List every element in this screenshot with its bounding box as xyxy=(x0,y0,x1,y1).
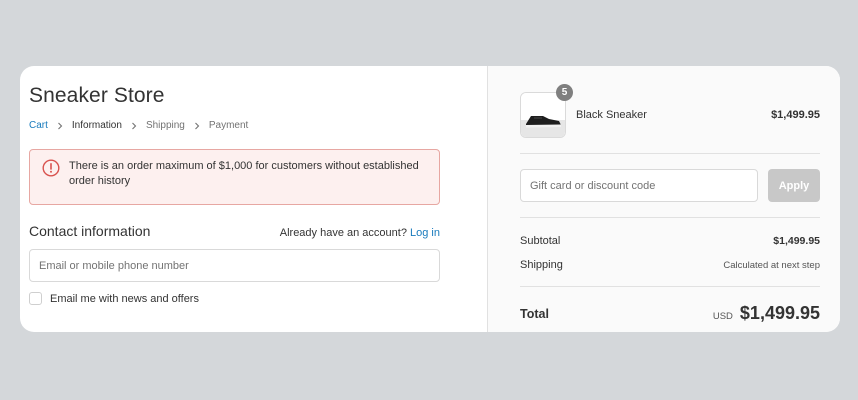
newsletter-checkbox[interactable] xyxy=(29,292,42,305)
checkout-card: Sneaker Store Cart Information Shipping … xyxy=(20,66,840,332)
product-price: $1,499.95 xyxy=(771,109,820,121)
divider xyxy=(520,217,820,218)
total-line: Total USD $1,499.95 xyxy=(520,303,820,324)
currency-code: USD xyxy=(712,311,733,322)
email-field[interactable]: Email or mobile phone number xyxy=(29,249,440,282)
divider xyxy=(520,286,820,287)
total-label: Total xyxy=(520,306,549,321)
sneaker-icon xyxy=(521,93,565,137)
total-amount: $1,499.95 xyxy=(739,303,820,323)
newsletter-option[interactable]: Email me with news and offers xyxy=(29,292,487,305)
account-prompt: Already have an account? Log in xyxy=(280,227,440,239)
alert-message: There is an order maximum of $1,000 for … xyxy=(69,160,419,187)
product-line: 5 Black Sneaker $1,499.95 xyxy=(520,84,820,138)
shipping-value: Calculated at next step xyxy=(723,259,820,271)
chevron-right-icon xyxy=(58,122,63,129)
shipping-label: Shipping xyxy=(520,259,563,271)
checkout-main: Sneaker Store Cart Information Shipping … xyxy=(20,66,487,332)
discount-code-input[interactable]: Gift card or discount code xyxy=(520,169,758,202)
account-prompt-text: Already have an account? xyxy=(279,227,407,239)
order-limit-alert: There is an order maximum of $1,000 for … xyxy=(29,149,440,205)
chevron-right-icon xyxy=(194,122,200,129)
subtotal-value: $1,499.95 xyxy=(773,235,820,247)
alert-circle-icon xyxy=(42,159,60,177)
store-title: Sneaker Store xyxy=(29,84,165,107)
contact-heading: Contact information xyxy=(29,223,151,239)
breadcrumb-payment: Payment xyxy=(208,120,249,131)
breadcrumb-shipping: Shipping xyxy=(145,120,185,131)
divider xyxy=(520,153,820,154)
chevron-right-icon xyxy=(132,122,137,129)
product-thumbnail: 5 xyxy=(520,84,573,138)
login-link[interactable]: Log in xyxy=(410,227,440,239)
contact-header: Contact information Already have an acco… xyxy=(29,223,440,239)
shipping-line: Shipping Calculated at next step xyxy=(520,259,820,271)
subtotal-line: Subtotal $1,499.95 xyxy=(520,235,820,247)
apply-button[interactable]: Apply xyxy=(768,169,820,202)
discount-row: Gift card or discount code Apply xyxy=(520,169,820,202)
newsletter-label: Email me with news and offers xyxy=(50,292,199,305)
quantity-badge: 5 xyxy=(556,84,573,101)
subtotal-label: Subtotal xyxy=(520,235,561,247)
breadcrumb-information: Information xyxy=(71,120,122,131)
product-name: Black Sneaker xyxy=(576,109,647,121)
order-summary: 5 Black Sneaker $1,499.95 Gift card or d… xyxy=(487,66,840,332)
total-value-group: USD $1,499.95 xyxy=(713,303,820,324)
breadcrumb: Cart Information Shipping Payment xyxy=(29,120,487,131)
window-frame: Sneaker Store Cart Information Shipping … xyxy=(0,0,858,400)
breadcrumb-cart[interactable]: Cart xyxy=(29,120,48,131)
